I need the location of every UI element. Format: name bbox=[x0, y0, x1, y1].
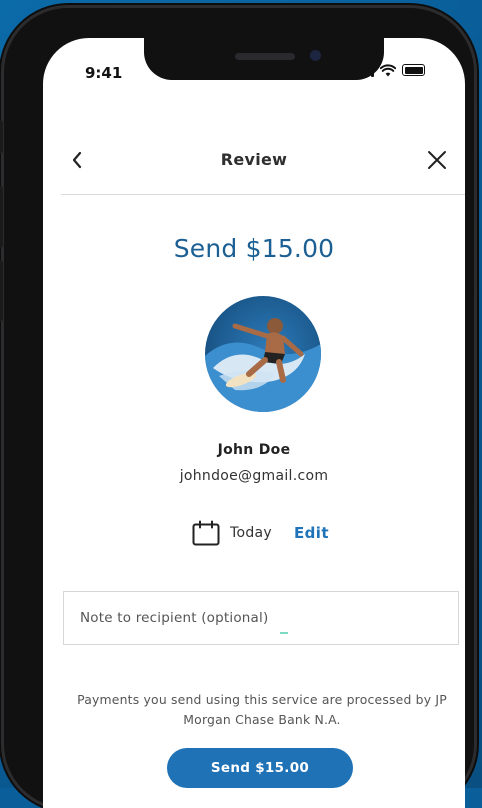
wifi-icon bbox=[380, 64, 396, 77]
send-button[interactable]: Send $15.00 bbox=[167, 748, 353, 788]
recipient-email: johndoe@gmail.com bbox=[179, 468, 329, 484]
status-time: 9:41 bbox=[85, 64, 123, 82]
close-icon bbox=[428, 151, 446, 169]
text-cursor bbox=[280, 632, 288, 634]
mute-switch bbox=[0, 120, 3, 154]
page-title: Review bbox=[220, 150, 288, 169]
speaker bbox=[235, 53, 295, 60]
calendar-icon bbox=[192, 520, 220, 546]
cellular-signal-icon bbox=[356, 64, 374, 77]
battery-icon bbox=[402, 64, 425, 76]
date-label: Today bbox=[230, 525, 272, 541]
recipient-name: John Doe bbox=[217, 442, 291, 458]
edit-date-link[interactable]: Edit bbox=[294, 524, 329, 542]
date-row: Today Edit bbox=[192, 520, 329, 546]
volume-up-button bbox=[0, 186, 3, 248]
front-camera bbox=[310, 50, 321, 61]
phone-frame: 9:41 Review Send $15.00 John Doe johndoe… bbox=[0, 8, 474, 808]
note-field bbox=[63, 591, 459, 645]
amount-title: Send $15.00 bbox=[173, 234, 335, 263]
notch bbox=[144, 38, 384, 80]
app-screen: 9:41 Review Send $15.00 John Doe johndoe… bbox=[43, 38, 465, 808]
note-input[interactable] bbox=[64, 592, 458, 644]
header: Review bbox=[43, 142, 465, 192]
close-button[interactable] bbox=[425, 148, 449, 172]
disclaimer-text: Payments you send using this service are… bbox=[77, 692, 447, 727]
status-icons bbox=[356, 64, 425, 77]
volume-down-button bbox=[0, 260, 3, 322]
recipient-avatar bbox=[205, 296, 321, 412]
header-divider bbox=[61, 194, 465, 195]
surfer-photo bbox=[205, 318, 321, 412]
